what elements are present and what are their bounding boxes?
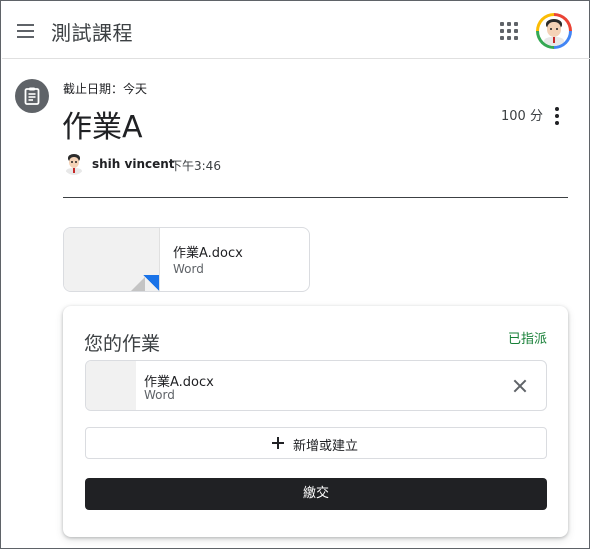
author-name: shih vincent xyxy=(92,157,175,171)
file-type: Word xyxy=(144,388,175,402)
course-title[interactable]: 測試課程 xyxy=(51,17,133,46)
points-label: 100 分 xyxy=(501,109,543,124)
attachment-type: Word xyxy=(173,262,204,276)
posted-time: 下午3:46 xyxy=(170,159,221,173)
remove-file-close-icon[interactable] xyxy=(510,376,530,396)
submit-button[interactable]: 繳交 xyxy=(85,478,547,510)
status-badge: 已指派 xyxy=(507,332,547,347)
attachment-card[interactable]: 作業A.docx Word xyxy=(63,227,310,292)
hamburger-menu-icon[interactable] xyxy=(15,21,37,41)
account-avatar[interactable] xyxy=(536,13,572,49)
classroom-window: 測試課程 截止日期：今天 作業A 100 分 shih vincent 下午3:… xyxy=(0,0,590,549)
assignment-icon xyxy=(15,79,49,113)
google-apps-grid-icon[interactable] xyxy=(500,22,520,42)
divider xyxy=(63,197,568,198)
word-file-thumbnail xyxy=(64,228,160,291)
add-or-create-label: 新增或建立 xyxy=(293,439,359,454)
your-work-card: 您的作業 已指派 作業A.docx Word 新增或建立 繳交 xyxy=(63,306,568,537)
top-app-bar: 測試課程 xyxy=(2,2,590,59)
assignment-title: 作業A xyxy=(62,110,143,145)
add-or-create-button[interactable]: 新增或建立 xyxy=(85,427,547,459)
author-avatar xyxy=(63,153,85,175)
due-date: 截止日期：今天 xyxy=(63,82,148,96)
more-options-icon[interactable] xyxy=(551,106,563,126)
submitted-file[interactable]: 作業A.docx Word xyxy=(85,360,547,411)
plus-icon xyxy=(272,437,284,449)
your-work-title: 您的作業 xyxy=(84,333,161,355)
file-thumbnail xyxy=(86,361,136,410)
attachment-name: 作業A.docx xyxy=(173,246,243,261)
